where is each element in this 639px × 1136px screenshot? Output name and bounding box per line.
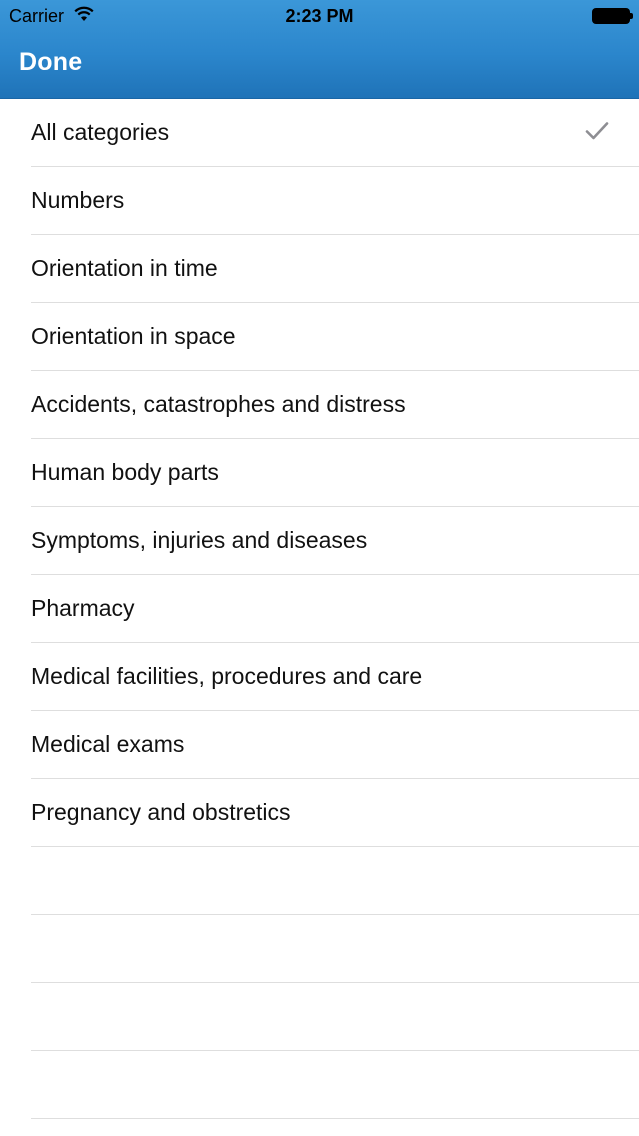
category-row[interactable]: Symptoms, injuries and diseases [0, 507, 639, 575]
category-row[interactable]: Numbers [0, 167, 639, 235]
category-label: All categories [31, 119, 170, 145]
category-label: Medical facilities, procedures and care [31, 663, 423, 689]
done-button[interactable]: Done [19, 48, 82, 77]
empty-row [0, 1051, 639, 1119]
category-label: Orientation in time [31, 255, 218, 281]
status-bar: Carrier 2:23 PM [0, 0, 639, 34]
category-label: Orientation in space [31, 323, 236, 349]
row-separator [31, 1118, 639, 1119]
category-label: Human body parts [31, 459, 219, 485]
category-label: Symptoms, injuries and diseases [31, 527, 368, 553]
category-label: Pharmacy [31, 595, 135, 621]
category-list: All categories Numbers Orientation in time… [0, 99, 639, 1136]
empty-row [0, 983, 639, 1051]
status-time: 2:23 PM [285, 6, 354, 26]
category-row[interactable]: Orientation in time [0, 235, 639, 303]
category-row[interactable]: Pregnancy and obstretics [0, 779, 639, 847]
category-row[interactable]: Human body parts [0, 439, 639, 507]
category-row[interactable]: All categories [0, 99, 639, 167]
battery-icon [592, 8, 634, 24]
category-row[interactable]: Pharmacy [0, 575, 639, 643]
category-row[interactable]: Medical exams [0, 711, 639, 779]
category-label: Medical exams [31, 731, 185, 757]
category-label: Numbers [31, 187, 125, 213]
category-label: Pregnancy and obstretics [31, 799, 291, 825]
category-row[interactable]: Accidents, catastrophes and distress [0, 371, 639, 439]
checkmark-icon [585, 121, 609, 141]
category-label: Accidents, catastrophes and distress [31, 391, 406, 417]
empty-row [0, 915, 639, 983]
category-row[interactable]: Medical facilities, procedures and care [0, 643, 639, 711]
navigation-bar: Carrier 2:23 PM Done [0, 0, 639, 99]
empty-row [0, 847, 639, 915]
category-row[interactable]: Orientation in space [0, 303, 639, 371]
